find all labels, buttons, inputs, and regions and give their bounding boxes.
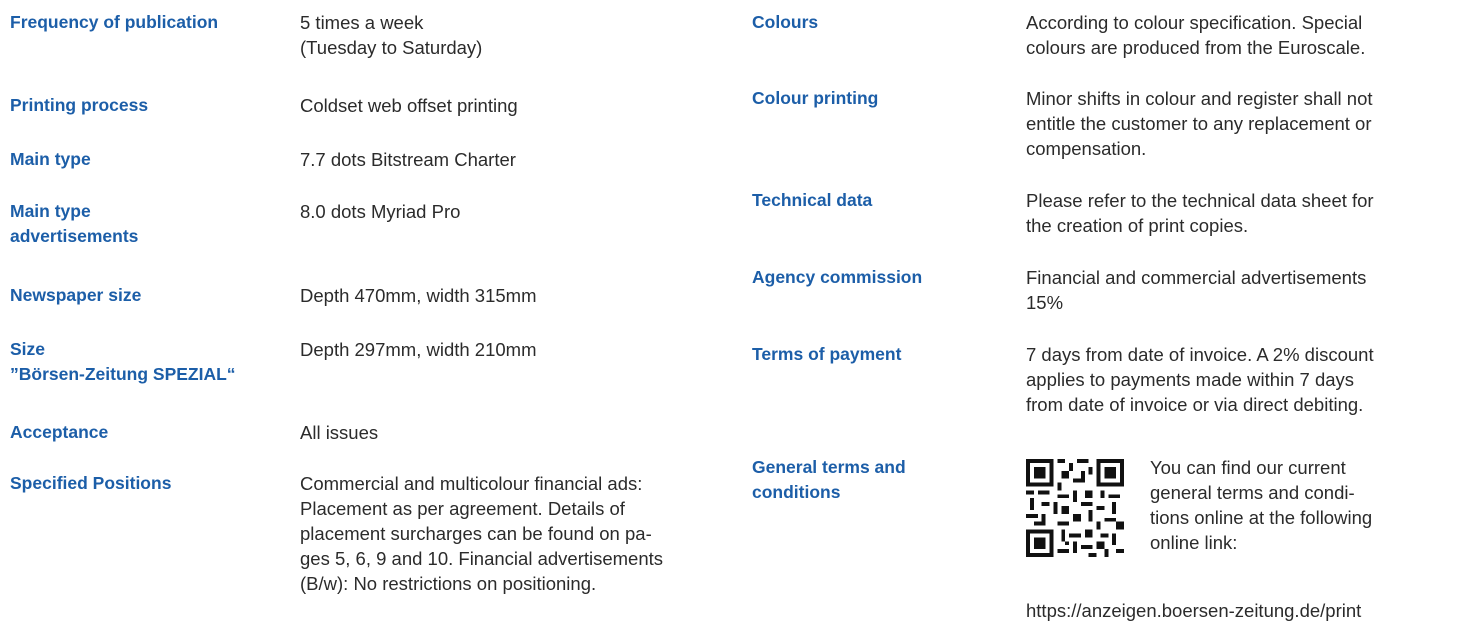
row-label: Agency commission <box>752 267 923 287</box>
row-label: Colours <box>752 12 819 32</box>
row-label: General terms and conditions <box>752 457 906 502</box>
row-label: Printing process <box>10 95 149 115</box>
row-value: Financial and commercial advertisements … <box>1026 267 1367 313</box>
row-label: Colour printing <box>752 88 879 108</box>
general-terms-text: You can find our current general terms a… <box>1150 457 1373 553</box>
qr-code-icon <box>1026 459 1124 557</box>
row-value: Coldset web offset printing <box>300 95 518 116</box>
row-value: 8.0 dots Myriad Pro <box>300 201 461 222</box>
row-label: Terms of payment <box>752 344 902 364</box>
media-data-page: Frequency of publication 5 times a week … <box>0 0 1459 623</box>
row-value: All issues <box>300 422 379 443</box>
row-label: Size ”Börsen-Zeitung SPEZIAL“ <box>10 339 236 384</box>
row-label: Newspaper size <box>10 285 142 305</box>
row-label: Acceptance <box>10 422 109 442</box>
row-general-terms: General terms and conditions You can fin… <box>752 455 1452 625</box>
row-value: Commercial and multicolour financial ads… <box>300 473 664 594</box>
row-value: Depth 297mm, width 210mm <box>300 339 537 360</box>
row-label: Specified Positions <box>10 473 172 493</box>
general-terms-link[interactable]: https://anzeigen.boersen-zeitung.de/prin… <box>1026 598 1361 623</box>
row-label: Main type advertisements <box>10 201 139 246</box>
row-label: Main type <box>10 149 91 169</box>
row-value: According to colour specification. Speci… <box>1026 12 1366 58</box>
row-label: Frequency of publication <box>10 12 219 32</box>
row-value: Depth 470mm, width 315mm <box>300 285 537 306</box>
row-value: Please refer to the technical data sheet… <box>1026 190 1374 236</box>
row-value: 5 times a week (Tuesday to Saturday) <box>300 12 483 58</box>
row-value: 7 days from date of invoice. A 2% discou… <box>1026 344 1374 415</box>
row-value: 7.7 dots Bitstream Charter <box>300 149 516 170</box>
row-value: Minor shifts in colour and register shal… <box>1026 88 1373 159</box>
row-label: Technical data <box>752 190 873 210</box>
